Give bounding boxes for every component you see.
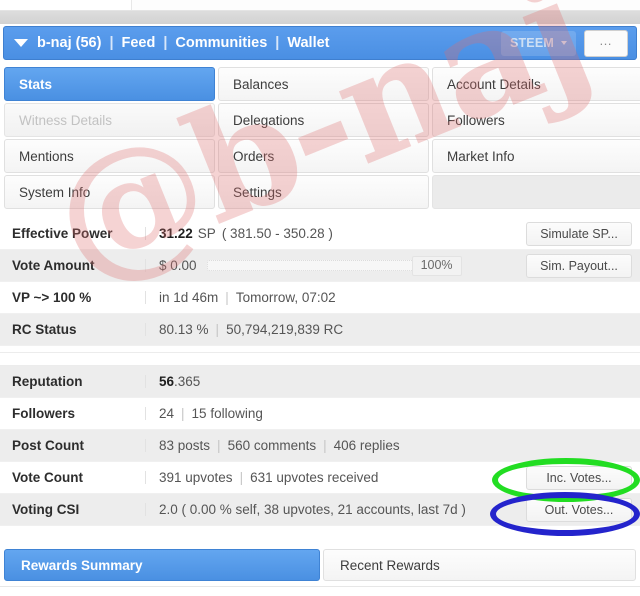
row-label-vote-amount: Vote Amount [0, 259, 146, 273]
row-label-post-count: Post Count [0, 439, 146, 453]
section-tab-grid: Stats Balances Account Details Witness D… [4, 67, 640, 211]
table-row: Post Count 83 posts | 560 comments | 406… [0, 430, 640, 462]
table-group-divider [0, 352, 640, 366]
value-separator: | [323, 437, 327, 453]
chain-selector-label: STEEM [509, 36, 554, 50]
effective-power-unit: SP [197, 225, 216, 241]
table-row: Vote Amount $ 0.00 100% Sim. Payout... [0, 250, 640, 282]
table-row: Effective Power 31.22 SP ( 381.50 - 350.… [0, 218, 640, 250]
header-right-controls: STEEM … [500, 27, 630, 59]
tab-grid-empty-cell [432, 175, 640, 209]
replies-count: 406 replies [333, 437, 400, 453]
row-value-reputation: 56 .365 [146, 375, 640, 389]
row-label-vote-count: Vote Count [0, 471, 146, 485]
header-account-name[interactable]: b-naj (56) [37, 35, 101, 51]
following-count: 15 following [191, 405, 263, 421]
main-header-bar: b-naj (56) | Feed | Communities | Wallet… [3, 26, 637, 60]
vp-remaining-time: in 1d 46m [159, 289, 219, 305]
value-separator: | [217, 437, 221, 453]
row-value-vp-to-100: in 1d 46m | Tomorrow, 07:02 [146, 291, 640, 305]
table-row: Followers 24 | 15 following [0, 398, 640, 430]
vote-power-slider[interactable]: 100% [206, 255, 462, 276]
tab-balances[interactable]: Balances [218, 67, 429, 101]
tab-witness-details: Witness Details [4, 103, 215, 137]
rc-absolute: 50,794,219,839 RC [226, 321, 344, 337]
tab-delegations[interactable]: Delegations [218, 103, 429, 137]
row-label-rc-status: RC Status [0, 323, 146, 337]
table-row: Voting CSI 2.0 ( 0.00 % self, 38 upvotes… [0, 494, 640, 526]
posts-count: 83 posts [159, 437, 211, 453]
header-separator-1: | [109, 35, 114, 51]
app-window: b-naj (56) | Feed | Communities | Wallet… [0, 0, 640, 596]
tab-system-info[interactable]: System Info [4, 175, 215, 209]
value-separator: | [225, 289, 229, 305]
top-gray-strip [0, 11, 640, 24]
bottom-chrome-strip [0, 586, 640, 596]
value-separator: | [239, 469, 244, 485]
rewards-tab-bar: Rewards Summary Recent Rewards [4, 549, 636, 581]
tab-mentions[interactable]: Mentions [4, 139, 215, 173]
more-options-button[interactable]: … [584, 29, 628, 57]
header-link-wallet[interactable]: Wallet [287, 35, 329, 51]
header-link-communities[interactable]: Communities [175, 35, 267, 51]
sim-payout-button[interactable]: Sim. Payout... [526, 254, 632, 278]
stats-table-primary: Effective Power 31.22 SP ( 381.50 - 350.… [0, 218, 640, 346]
upvotes-received: 631 upvotes received [250, 469, 379, 485]
effective-power-amount: 31.22 [159, 225, 193, 241]
table-row: RC Status 80.13 % | 50,794,219,839 RC [0, 314, 640, 346]
tab-recent-rewards[interactable]: Recent Rewards [323, 549, 636, 581]
incoming-votes-button[interactable]: Inc. Votes... [526, 466, 632, 490]
followers-count: 24 [159, 405, 175, 421]
table-row: VP ~> 100 % in 1d 46m | Tomorrow, 07:02 [0, 282, 640, 314]
row-label-followers: Followers [0, 407, 146, 421]
tab-settings[interactable]: Settings [218, 175, 429, 209]
row-value-followers: 24 | 15 following [146, 407, 640, 421]
chevron-down-icon[interactable] [14, 39, 28, 47]
outgoing-votes-button[interactable]: Out. Votes... [526, 498, 632, 522]
reputation-decimal: .365 [174, 373, 201, 389]
table-row: Vote Count 391 upvotes | 631 upvotes rec… [0, 462, 640, 494]
comments-count: 560 comments [227, 437, 317, 453]
chevron-down-icon [561, 41, 567, 45]
header-link-feed[interactable]: Feed [122, 35, 156, 51]
row-value-post-count: 83 posts | 560 comments | 406 replies [146, 439, 640, 453]
reputation-integer: 56 [159, 373, 175, 389]
row-label-reputation: Reputation [0, 375, 146, 389]
tab-orders[interactable]: Orders [218, 139, 429, 173]
row-label-voting-csi: Voting CSI [0, 503, 146, 517]
header-separator-3: | [275, 35, 280, 51]
tab-followers[interactable]: Followers [432, 103, 640, 137]
vote-power-percent: 100% [411, 255, 462, 276]
chain-selector-steem[interactable]: STEEM [500, 30, 576, 56]
tab-rewards-summary[interactable]: Rewards Summary [4, 549, 320, 581]
simulate-sp-button[interactable]: Simulate SP... [526, 222, 632, 246]
effective-power-range: ( 381.50 - 350.28 ) [221, 225, 333, 241]
tab-market-info[interactable]: Market Info [432, 139, 640, 173]
stats-table-secondary: Reputation 56 .365 Followers 24 | 15 fol… [0, 366, 640, 526]
top-chrome-left-block [0, 0, 132, 10]
row-label-effective-power: Effective Power [0, 227, 146, 241]
table-row: Reputation 56 .365 [0, 366, 640, 398]
row-label-vp-to-100: VP ~> 100 % [0, 291, 146, 305]
header-nav-links: b-naj (56) | Feed | Communities | Wallet [37, 35, 330, 51]
value-separator: | [215, 321, 220, 337]
row-value-rc-status: 80.13 % | 50,794,219,839 RC [146, 323, 640, 337]
header-separator-2: | [163, 35, 168, 51]
top-chrome-strip [0, 0, 640, 11]
vp-full-timestamp: Tomorrow, 07:02 [235, 289, 336, 305]
tab-account-details[interactable]: Account Details [432, 67, 640, 101]
vote-amount-value: $ 0.00 [159, 257, 197, 273]
value-separator: | [181, 405, 185, 421]
upvotes-given: 391 upvotes [159, 469, 233, 485]
rc-percent: 80.13 % [159, 321, 209, 337]
tab-stats[interactable]: Stats [4, 67, 215, 101]
